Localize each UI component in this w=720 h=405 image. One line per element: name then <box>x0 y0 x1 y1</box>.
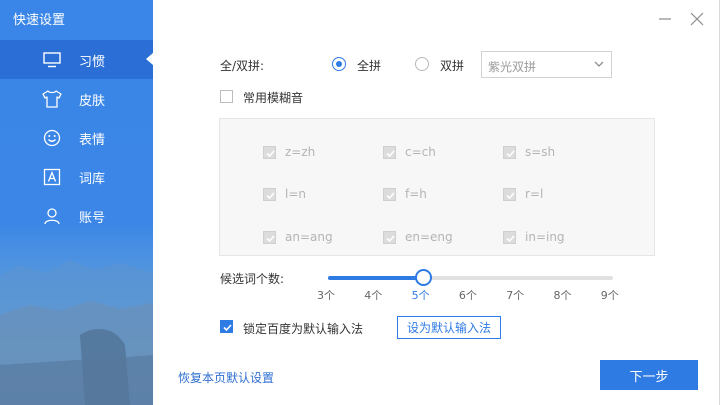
candidate-count-label: 候选词个数: <box>220 272 285 286</box>
full-pinyin-label[interactable]: 全拼 <box>357 57 381 74</box>
fuzzy-pair-item: in=ing <box>503 230 565 244</box>
app-title: 快速设置 <box>13 13 66 28</box>
fuzzy-pair-checkbox <box>263 145 276 159</box>
fuzzy-pair-checkbox <box>503 230 516 244</box>
monitor-icon <box>42 50 62 70</box>
tshirt-icon <box>42 89 62 109</box>
sidebar-item-skin[interactable]: 皮肤 <box>0 79 153 118</box>
slider-tick-label[interactable]: 7个 <box>506 287 524 303</box>
chevron-down-icon <box>593 58 605 73</box>
fuzzy-pair-checkbox <box>263 187 276 201</box>
fuzzy-pair-checkbox <box>263 230 276 244</box>
set-default-ime-button[interactable]: 设为默认输入法 <box>397 316 501 339</box>
close-button[interactable] <box>688 10 706 28</box>
sidebar-item-label: 习惯 <box>79 55 106 70</box>
sidebar-nav: 习惯 皮肤 表情 词库 账号 <box>0 40 153 235</box>
fuzzy-pairs-panel: z=zh c=ch s=sh l=n f=h r=l an=ang en=eng… <box>219 118 655 256</box>
sidebar-item-label: 账号 <box>79 211 106 226</box>
sidebar-item-label: 表情 <box>79 133 106 148</box>
fuzzy-pair-checkbox <box>383 187 396 201</box>
double-pinyin-scheme-select[interactable]: 紫光双拼 <box>481 51 612 78</box>
sidebar-item-habit[interactable]: 习惯 <box>0 40 153 79</box>
lock-default-label[interactable]: 锁定百度为默认输入法 <box>243 320 363 337</box>
fuzzy-pair-checkbox <box>503 187 516 201</box>
slider-tick-label[interactable]: 3个 <box>317 287 335 303</box>
fuzzy-pair-checkbox <box>383 230 396 244</box>
slider-fill <box>328 276 424 280</box>
mountain-background <box>0 260 153 405</box>
fuzzy-sound-checkbox[interactable] <box>220 90 233 103</box>
lock-default-checkbox[interactable] <box>220 320 233 333</box>
sidebar-item-account[interactable]: 账号 <box>0 196 153 235</box>
fuzzy-pair-item: s=sh <box>503 145 555 159</box>
full-pinyin-radio[interactable] <box>332 57 346 71</box>
select-value: 紫光双拼 <box>488 60 537 74</box>
slider-tick-label[interactable]: 5个 <box>412 287 430 303</box>
fuzzy-pair-item: r=l <box>503 187 543 201</box>
sidebar-item-label: 皮肤 <box>79 94 106 109</box>
restore-defaults-link[interactable]: 恢复本页默认设置 <box>178 369 274 386</box>
pinyin-mode-label: 全/双拼: <box>220 59 265 73</box>
letter-a-icon <box>42 167 62 187</box>
candidate-count-slider-thumb[interactable] <box>415 269 433 286</box>
sidebar-item-label: 词库 <box>79 172 106 187</box>
sidebar: 快速设置 习惯 皮肤 表情 词库 账号 <box>0 0 153 405</box>
slider-tick-label[interactable]: 4个 <box>364 287 382 303</box>
slider-tick-label[interactable]: 6个 <box>459 287 477 303</box>
slider-tick-label[interactable]: 8个 <box>554 287 572 303</box>
active-indicator <box>146 53 153 65</box>
sidebar-item-dictionary[interactable]: 词库 <box>0 157 153 196</box>
fuzzy-pair-item: z=zh <box>263 145 315 159</box>
fuzzy-sound-label[interactable]: 常用模糊音 <box>243 89 303 106</box>
check-icon <box>223 324 232 332</box>
close-icon <box>690 12 704 26</box>
fuzzy-pair-item: an=ang <box>263 230 333 244</box>
fuzzy-pair-item: c=ch <box>383 145 436 159</box>
fuzzy-pair-item: l=n <box>263 187 306 201</box>
minimize-icon <box>659 18 671 20</box>
user-icon <box>42 206 62 226</box>
candidate-count-slider-track[interactable] <box>328 276 613 280</box>
fuzzy-pair-item: f=h <box>383 187 427 201</box>
smiley-icon <box>42 128 62 148</box>
fuzzy-pair-item: en=eng <box>383 230 453 244</box>
slider-tick-label[interactable]: 9个 <box>601 287 619 303</box>
fuzzy-pair-checkbox <box>503 145 516 159</box>
double-pinyin-radio[interactable] <box>415 57 429 71</box>
fuzzy-pair-checkbox <box>383 145 396 159</box>
sidebar-item-emoji[interactable]: 表情 <box>0 118 153 157</box>
next-button[interactable]: 下一步 <box>600 360 698 390</box>
minimize-button[interactable] <box>656 10 674 28</box>
double-pinyin-label[interactable]: 双拼 <box>440 57 464 74</box>
